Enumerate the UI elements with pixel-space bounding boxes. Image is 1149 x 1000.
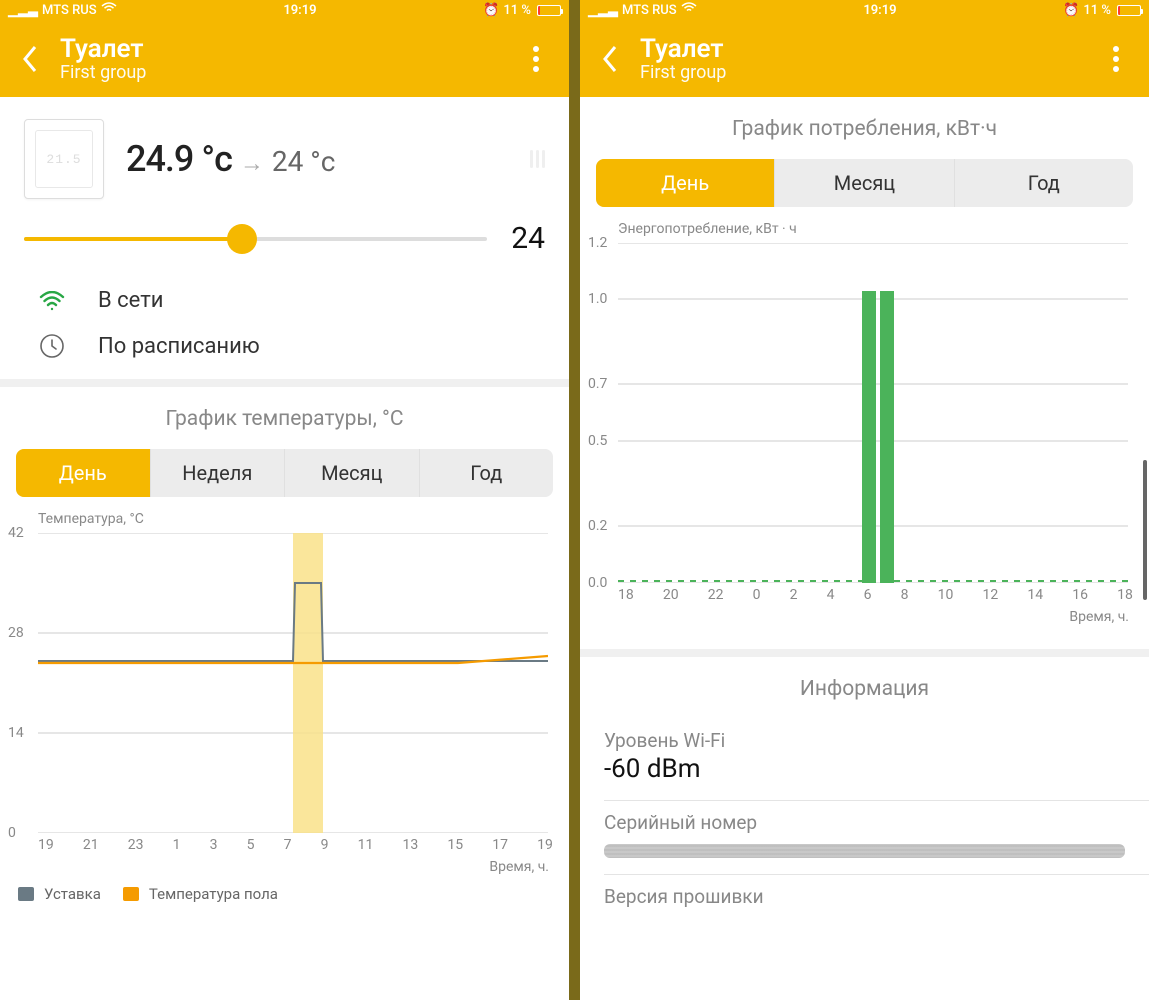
consumption-chart-title: График потребления, кВт·ч (580, 97, 1149, 159)
consumption-chart-xaxis: 182022024 681012141618 (618, 587, 1133, 603)
serial-row: Серийный номер (580, 801, 1149, 834)
tab-year[interactable]: Год (955, 159, 1133, 207)
battery-text: 11 % (503, 3, 531, 18)
more-menu-button[interactable] (523, 36, 549, 82)
tab-year[interactable]: Год (420, 449, 554, 497)
temperature-row: 21.5 24.9 °с → 24 °с (0, 97, 569, 199)
consumption-chart: 1.2 1.0 0.7 0.5 0.2 0.0 (618, 243, 1133, 583)
temp-chart-title: График температуры, °С (0, 387, 569, 449)
battery-text: 11 % (1083, 3, 1111, 18)
wifi-status-icon (24, 291, 80, 311)
serial-value-redacted (604, 844, 1125, 858)
mode-status-label: По расписанию (98, 334, 260, 359)
right-phone: ▁▂▃ MTS RUS 19:19 ⏰ 11 % Туалет First gr… (580, 0, 1149, 1000)
network-status-label: В сети (98, 288, 164, 313)
status-bar: ▁▂▃ MTS RUS 19:19 ⏰ 11 % (580, 0, 1149, 20)
wifi-icon (681, 2, 697, 18)
battery-icon (1117, 5, 1141, 16)
legend-setpoint: Уставка (44, 885, 101, 903)
legend-floor-temp: Температура пола (149, 885, 278, 903)
carrier-label: MTS RUS (622, 3, 677, 18)
arrow-icon: → (240, 149, 264, 177)
status-time: 19:19 (283, 3, 316, 18)
slider-value: 24 (511, 221, 545, 256)
current-temp: 24.9 °с (126, 138, 232, 180)
tab-day[interactable]: День (596, 159, 775, 207)
page-title: Туалет (60, 34, 146, 64)
signal-icon: ▁▂▃ (588, 3, 618, 18)
temp-chart-range-tabs: День Неделя Месяц Год (16, 449, 553, 497)
temp-chart-legend: Уставка Температура пола (0, 875, 569, 903)
alarm-icon: ⏰ (483, 3, 499, 18)
tab-month[interactable]: Месяц (775, 159, 954, 207)
signal-icon: ▁▂▃ (8, 3, 38, 18)
heating-icon (530, 150, 545, 168)
firmware-row: Версия прошивки (580, 875, 1149, 914)
schedule-icon (24, 333, 80, 359)
temp-chart-xaxis: 192123135 791113151719 (38, 837, 553, 853)
serial-label: Серийный номер (604, 811, 1125, 834)
thermostat-device-icon: 21.5 (24, 119, 104, 199)
more-menu-button[interactable] (1103, 36, 1129, 82)
wifi-level-row: Уровень Wi-Fi -60 dBm (580, 719, 1149, 784)
app-header: Туалет First group (0, 20, 569, 97)
tab-month[interactable]: Месяц (285, 449, 420, 497)
firmware-label: Версия прошивки (604, 885, 1125, 908)
info-section-title: Информация (580, 657, 1149, 719)
consumption-chart-xlabel: Время, ч. (580, 609, 1129, 625)
scrollbar[interactable] (1143, 460, 1147, 600)
left-phone: ▁▂▃ MTS RUS 19:19 ⏰ 11 % Туалет First gr… (0, 0, 569, 1000)
app-header: Туалет First group (580, 20, 1149, 97)
wifi-level-label: Уровень Wi-Fi (604, 729, 1125, 752)
consumption-range-tabs: День Месяц Год (596, 159, 1133, 207)
back-button[interactable] (590, 39, 630, 79)
temperature-slider[interactable]: 24 (0, 199, 569, 274)
tab-day[interactable]: День (16, 449, 151, 497)
temp-chart-ylabel: Температура, °С (0, 497, 569, 533)
target-temp-inline: 24 °с (272, 145, 336, 178)
mode-status-row[interactable]: По расписанию (0, 323, 569, 369)
alarm-icon: ⏰ (1063, 3, 1079, 18)
temp-chart-xlabel: Время, ч. (0, 859, 549, 875)
back-button[interactable] (10, 39, 50, 79)
temperature-readout: 24.9 °с → 24 °с (126, 138, 335, 180)
page-title: Туалет (640, 34, 726, 64)
page-subtitle: First group (60, 62, 146, 83)
status-time: 19:19 (863, 3, 896, 18)
wifi-level-value: -60 dBm (604, 754, 1125, 784)
battery-icon (537, 5, 561, 16)
page-subtitle: First group (640, 62, 726, 83)
consumption-chart-ylabel: Энергопотребление, кВт · ч (580, 207, 1149, 243)
carrier-label: MTS RUS (42, 3, 97, 18)
tab-week[interactable]: Неделя (151, 449, 286, 497)
wifi-icon (101, 2, 117, 18)
network-status-row: В сети (0, 278, 569, 323)
status-bar: ▁▂▃ MTS RUS 19:19 ⏰ 11 % (0, 0, 569, 20)
temperature-chart: 42 28 14 0 (38, 533, 553, 833)
